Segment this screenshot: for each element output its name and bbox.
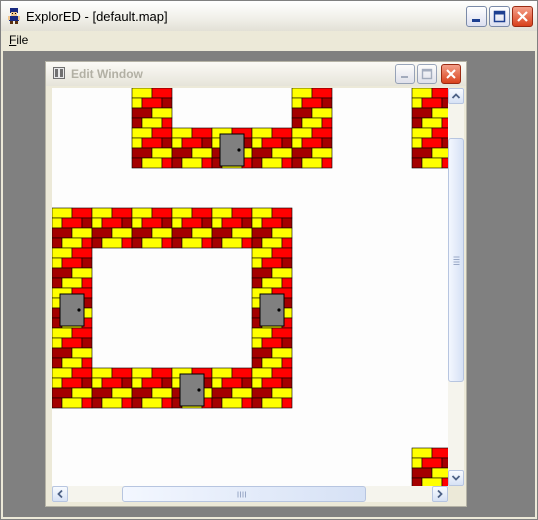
wall-tile (291, 88, 333, 129)
chevron-right-icon (437, 489, 443, 499)
wall-tile (52, 327, 93, 369)
map-grid (52, 88, 448, 486)
wall-tile (411, 127, 448, 169)
chevron-up-icon (451, 93, 461, 99)
wall-tile (52, 207, 93, 249)
wall-tile (411, 447, 448, 486)
minimize-icon (472, 19, 480, 22)
wall-tile (171, 127, 213, 169)
edit-window-title-bar[interactable]: Edit Window (46, 62, 466, 86)
maximize-icon (493, 10, 506, 23)
wall-tile (91, 367, 133, 409)
document-icon (53, 67, 65, 79)
close-icon (446, 69, 456, 79)
chevron-down-icon (451, 475, 461, 481)
grip-icon (453, 256, 460, 266)
wall-tile (171, 207, 213, 249)
door-tile (179, 373, 205, 407)
app-character-icon (8, 8, 20, 24)
edit-window-title: Edit Window (71, 67, 143, 81)
chevron-left-icon (57, 489, 63, 499)
scroll-right-button[interactable] (432, 486, 448, 502)
menu-file[interactable]: File (9, 33, 28, 47)
wall-tile (211, 207, 253, 249)
child-minimize-button[interactable] (395, 64, 415, 84)
wall-tile (251, 367, 293, 409)
close-icon (517, 11, 528, 22)
main-window: ExplorED - [default.map] File Edit Windo… (0, 0, 538, 520)
child-maximize-button[interactable] (417, 64, 437, 84)
close-button[interactable] (512, 6, 533, 27)
maximize-button[interactable] (489, 6, 510, 27)
wall-tile (131, 127, 173, 169)
wall-tile (131, 367, 173, 409)
scroll-left-button[interactable] (52, 486, 68, 502)
scroll-down-button[interactable] (448, 470, 464, 486)
wall-tile (131, 207, 173, 249)
wall-tile (291, 127, 333, 169)
wall-tile (251, 127, 293, 169)
wall-tile (52, 367, 93, 409)
wall-tile (52, 247, 93, 289)
menu-bar: File (1, 31, 537, 51)
grip-icon (237, 491, 246, 498)
minimize-button[interactable] (466, 6, 487, 27)
vertical-scrollbar[interactable] (448, 88, 464, 486)
horizontal-scrollbar[interactable] (52, 486, 448, 502)
minimize-icon (401, 76, 408, 78)
wall-tile (251, 207, 293, 249)
main-title-bar[interactable]: ExplorED - [default.map] (1, 1, 537, 32)
wall-tile (131, 88, 173, 129)
scrollbar-corner (448, 486, 464, 502)
maximize-icon (421, 68, 433, 80)
wall-tile (251, 247, 293, 289)
edit-window: Edit Window (45, 61, 467, 507)
child-close-button[interactable] (441, 64, 461, 84)
wall-tile (91, 207, 133, 249)
wall-tile (411, 88, 448, 129)
wall-tile (251, 327, 293, 369)
door-tile (219, 133, 245, 167)
horizontal-scroll-thumb[interactable] (122, 486, 366, 502)
menu-file-label: ile (16, 33, 29, 47)
vertical-scroll-thumb[interactable] (448, 138, 464, 383)
wall-tile (211, 367, 253, 409)
map-canvas[interactable] (52, 88, 448, 486)
door-tile (259, 293, 285, 327)
window-title: ExplorED - [default.map] (26, 9, 168, 24)
scroll-up-button[interactable] (448, 88, 464, 104)
door-tile (59, 293, 85, 327)
